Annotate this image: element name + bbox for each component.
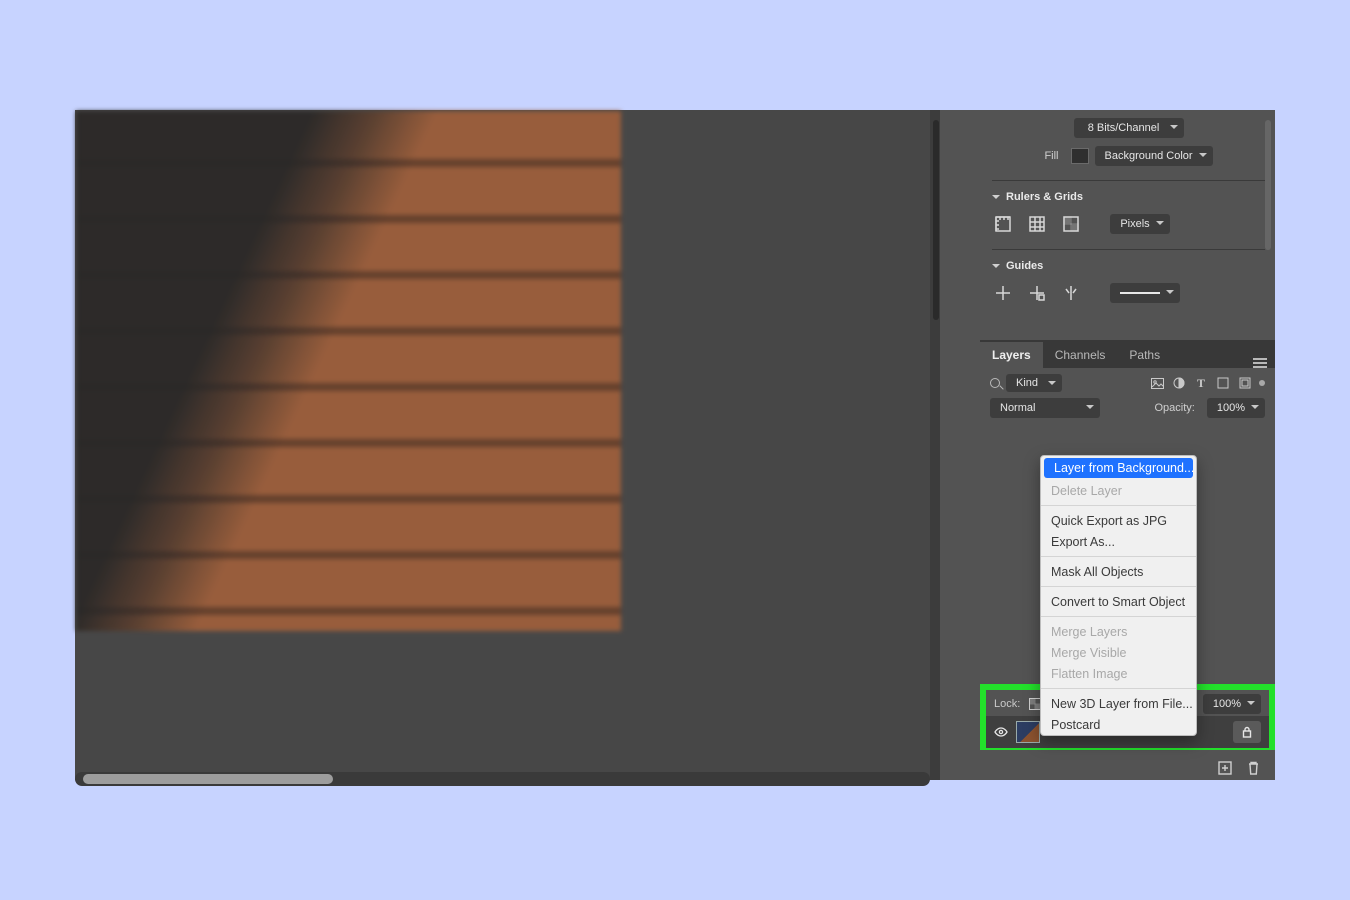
menu-separator	[1041, 586, 1196, 587]
menu-merge-visible: Merge Visible	[1041, 642, 1196, 663]
blend-mode-dropdown[interactable]: Normal	[990, 398, 1100, 418]
fill-color-swatch[interactable]	[1071, 148, 1089, 164]
section-title: Guides	[1006, 260, 1043, 272]
canvas-area[interactable]	[75, 110, 930, 780]
filter-toggle-icon[interactable]	[1259, 380, 1265, 386]
canvas-v-scrollbar[interactable]	[933, 120, 939, 320]
layer-fill-dropdown[interactable]: 100%	[1203, 694, 1261, 714]
filter-image-icon[interactable]	[1149, 376, 1165, 390]
chevron-down-icon	[992, 195, 1000, 203]
filter-adjust-icon[interactable]	[1171, 376, 1187, 390]
delete-layer-icon[interactable]	[1245, 760, 1261, 776]
tab-paths[interactable]: Paths	[1117, 342, 1172, 368]
panel-menu-icon[interactable]	[1253, 358, 1267, 368]
panel-v-scrollbar[interactable]	[1265, 120, 1271, 250]
layer-thumbnail[interactable]	[1016, 721, 1040, 743]
layers-footer-icons	[1217, 760, 1261, 776]
menu-separator	[1041, 505, 1196, 506]
tab-channels[interactable]: Channels	[1043, 342, 1118, 368]
h-scroll-thumb[interactable]	[83, 774, 333, 784]
lock-label: Lock:	[994, 698, 1020, 710]
transparency-icon[interactable]	[1060, 213, 1082, 235]
menu-layer-from-background[interactable]: Layer from Background...	[1044, 458, 1193, 478]
bit-depth-dropdown[interactable]: 8 Bits/Channel	[1074, 118, 1184, 138]
layer-filter-kind-dropdown[interactable]: Kind	[1006, 374, 1062, 392]
menu-convert-smart-object[interactable]: Convert to Smart Object	[1041, 591, 1196, 612]
panel-tabs: Layers Channels Paths	[980, 340, 1275, 368]
menu-delete-layer: Delete Layer	[1041, 480, 1196, 501]
opacity-dropdown[interactable]: 100%	[1207, 398, 1265, 418]
guide-new-icon[interactable]	[992, 282, 1014, 304]
menu-quick-export[interactable]: Quick Export as JPG	[1041, 510, 1196, 531]
guide-clear-icon[interactable]	[1060, 282, 1082, 304]
menu-postcard[interactable]: Postcard	[1041, 714, 1196, 735]
section-title: Rulers & Grids	[1006, 191, 1083, 203]
filter-smart-icon[interactable]	[1237, 376, 1253, 390]
fill-label: Fill	[1044, 150, 1058, 162]
fill-type-dropdown[interactable]: Background Color	[1095, 146, 1213, 166]
menu-separator	[1041, 556, 1196, 557]
grid-icon[interactable]	[1026, 213, 1048, 235]
new-layer-icon[interactable]	[1217, 760, 1233, 776]
h-scrollbar[interactable]	[75, 772, 930, 786]
menu-separator	[1041, 688, 1196, 689]
menu-mask-all-objects[interactable]: Mask All Objects	[1041, 561, 1196, 582]
tab-layers[interactable]: Layers	[980, 342, 1043, 368]
filter-shape-icon[interactable]	[1215, 376, 1231, 390]
layer-context-menu: Layer from Background... Delete Layer Qu…	[1040, 455, 1197, 736]
menu-export-as[interactable]: Export As...	[1041, 531, 1196, 552]
opacity-label: Opacity:	[1155, 402, 1195, 414]
ruler-icon[interactable]	[992, 213, 1014, 235]
chevron-down-icon	[992, 264, 1000, 272]
menu-separator	[1041, 616, 1196, 617]
search-icon	[990, 378, 1000, 388]
filter-type-icon[interactable]: T	[1193, 376, 1209, 390]
section-guides[interactable]: Guides	[992, 260, 1265, 272]
menu-new-3d-layer[interactable]: New 3D Layer from File...	[1041, 693, 1196, 714]
menu-merge-layers: Merge Layers	[1041, 621, 1196, 642]
document-image[interactable]	[76, 111, 621, 631]
ruler-units-dropdown[interactable]: Pixels	[1110, 214, 1170, 234]
section-rulers-grids[interactable]: Rulers & Grids	[992, 191, 1265, 203]
menu-flatten-image: Flatten Image	[1041, 663, 1196, 684]
visibility-eye-icon[interactable]	[994, 725, 1008, 739]
guide-style-dropdown[interactable]	[1110, 283, 1180, 303]
layer-locked-icon[interactable]	[1233, 721, 1261, 743]
guide-lock-icon[interactable]	[1026, 282, 1048, 304]
